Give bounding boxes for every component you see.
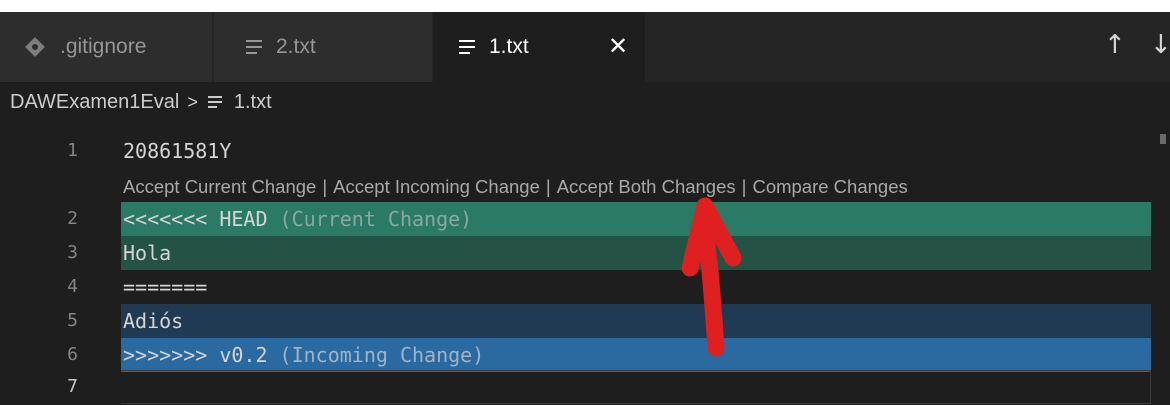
text-file-icon [246, 40, 262, 54]
code-line: 3 Hola [0, 236, 1170, 270]
line-number: 2 [67, 208, 78, 229]
tab-label: 1.txt [489, 35, 529, 58]
breadcrumb: DAWExamen1Eval > 1.txt [0, 82, 1170, 122]
code-line: 4 ======= [0, 270, 1170, 304]
line-text: 20861581Y [123, 139, 232, 163]
close-icon[interactable]: ✕ [607, 34, 629, 58]
chevron-right-icon: > [187, 91, 198, 112]
arrow-up-icon[interactable]: ↑ [1104, 30, 1126, 60]
breadcrumb-file[interactable]: 1.txt [234, 91, 272, 114]
line-number: 5 [67, 310, 78, 331]
current-change-band [121, 236, 1151, 270]
line-text: <<<<<<< HEAD (Current Change) [123, 207, 473, 231]
line-text: ======= [123, 275, 208, 299]
breadcrumb-folder[interactable]: DAWExamen1Eval [10, 91, 179, 114]
line-text: >>>>>>> v0.2 (Incoming Change) [123, 343, 485, 367]
tab-gitignore[interactable]: .gitignore [0, 12, 213, 82]
tab-label: .gitignore [60, 35, 147, 58]
code-line: 5 Adiós [0, 304, 1170, 338]
accept-both-changes-link[interactable]: Accept Both Changes [557, 176, 736, 197]
line-number: 1 [67, 140, 78, 161]
compare-changes-link[interactable]: Compare Changes [752, 176, 907, 197]
arrow-down-icon[interactable]: ↓ [1150, 30, 1170, 60]
tab-bar: .gitignore 2.txt 1.txt ✕ ↑ ↓ [0, 12, 1170, 82]
line-number: 7 [67, 376, 78, 397]
text-file-icon [459, 40, 475, 54]
code-editor[interactable]: 1 20861581Y Accept Current Change | Accept… [0, 122, 1170, 405]
line-number: 6 [67, 344, 78, 365]
accept-incoming-change-link[interactable]: Accept Incoming Change [333, 176, 540, 197]
merge-codelens: Accept Current Change | Accept Incoming Ch… [123, 176, 908, 197]
code-line: 1 20861581Y [0, 134, 1170, 168]
git-diamond-icon [25, 37, 45, 57]
line-number: 3 [67, 242, 78, 263]
code-line: 2 <<<<<<< HEAD (Current Change) [0, 202, 1170, 236]
tab-1-txt[interactable]: 1.txt ✕ [433, 12, 646, 82]
code-line: 6 >>>>>>> v0.2 (Incoming Change) [0, 338, 1170, 372]
line-text: Adiós [123, 309, 184, 333]
incoming-change-band [121, 304, 1151, 338]
tab-label: 2.txt [276, 35, 316, 58]
editor-window: .gitignore 2.txt 1.txt ✕ ↑ ↓ DAWExamen1E… [0, 12, 1170, 405]
line-text: Hola [123, 241, 172, 265]
accept-current-change-link[interactable]: Accept Current Change [123, 176, 316, 197]
text-file-icon [207, 96, 222, 108]
tab-2-txt[interactable]: 2.txt [214, 12, 433, 82]
line-number: 4 [67, 276, 78, 297]
code-line: 7 [0, 370, 1170, 404]
